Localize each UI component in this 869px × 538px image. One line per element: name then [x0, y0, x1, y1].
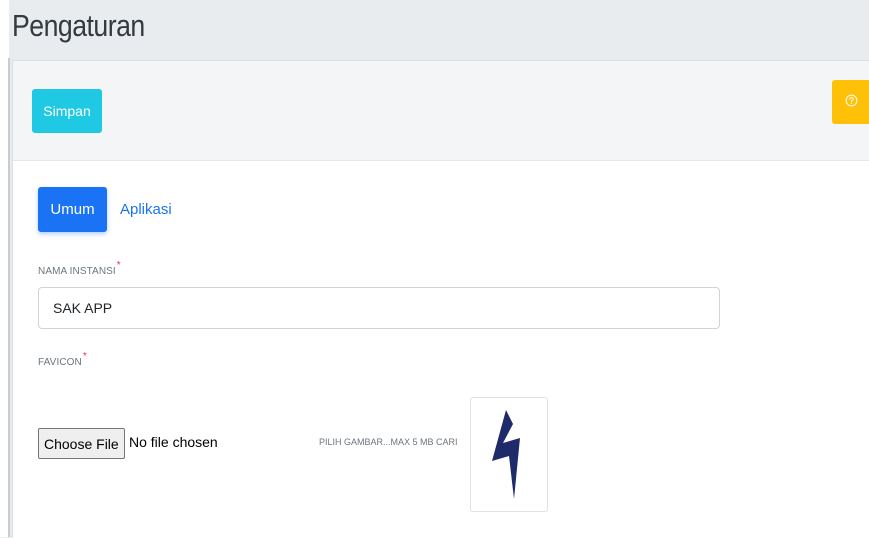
required-mark: *: [116, 260, 121, 271]
page-title: Pengaturan: [12, 8, 145, 43]
save-button[interactable]: Simpan: [32, 89, 102, 133]
file-hint: PILIH GAMBAR...MAX 5 MB CARI: [319, 437, 458, 447]
favicon-preview: [470, 397, 548, 512]
tab-aplikasi[interactable]: Aplikasi: [120, 187, 172, 232]
nama-instansi-label: NAMA INSTANSI*: [38, 260, 121, 277]
tab-umum[interactable]: Umum: [38, 187, 107, 232]
sidebar-edge: [0, 0, 10, 537]
choose-file-button[interactable]: Choose File: [38, 428, 125, 459]
favicon-label: FAVICON*: [38, 351, 87, 368]
file-status: No file chosen: [129, 434, 218, 450]
help-circle-icon: [845, 94, 858, 110]
help-button[interactable]: [832, 80, 869, 124]
card-header: Simpan: [13, 61, 869, 161]
nama-instansi-input[interactable]: [38, 287, 720, 329]
settings-card: Simpan Umum Aplikasi NAMA INSTANSI* FAVI…: [12, 60, 869, 538]
required-mark: *: [82, 351, 87, 362]
lightning-bolt-icon: [492, 410, 520, 499]
